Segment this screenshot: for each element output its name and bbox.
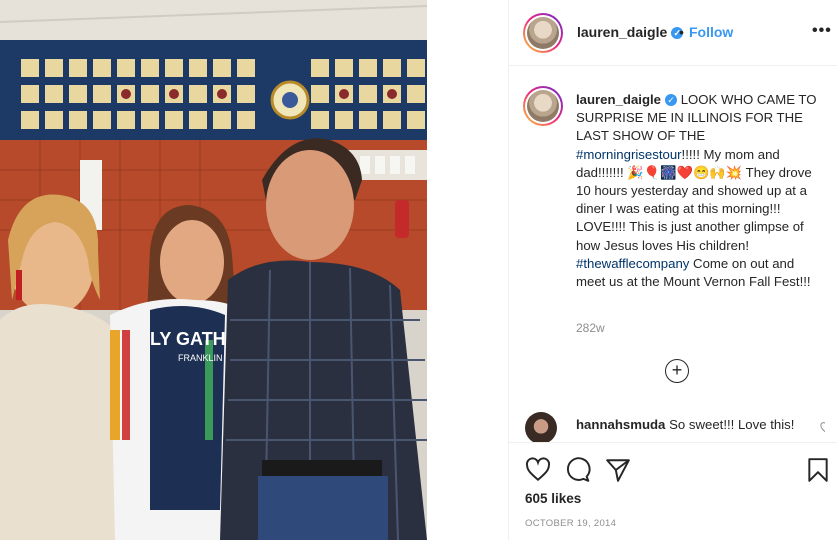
post-age[interactable]: 282w (576, 321, 605, 335)
header-separator: • (679, 24, 684, 40)
caption-avatar[interactable] (523, 86, 563, 126)
post-caption: lauren_daigle ✓ LOOK WHO CAME TO SURPRISE… (576, 91, 821, 291)
post-photo[interactable]: LY GATHER FRANKLIN (0, 0, 427, 540)
commenter-username[interactable]: hannahsmuda (576, 417, 665, 432)
likes-count[interactable]: 605 likes (525, 491, 581, 506)
post-date: OCTOBER 19, 2014 (525, 518, 617, 529)
post-actions: 605 likes OCTOBER 19, 2014 (509, 442, 837, 540)
header-username[interactable]: lauren_daigle ✓ (577, 24, 684, 40)
comment-item: hannahsmuda So sweet!!! Love this! (525, 412, 825, 442)
hashtag-thewafflecompany[interactable]: #thewafflecompany (576, 256, 689, 271)
follow-button[interactable]: Follow (689, 24, 733, 40)
heart-icon[interactable] (525, 457, 551, 483)
post-header: lauren_daigle ✓ • Follow ••• (509, 0, 837, 66)
author-avatar[interactable] (523, 13, 563, 53)
caption-verified-badge-icon: ✓ (665, 94, 678, 106)
comment-text: hannahsmuda So sweet!!! Love this! (576, 416, 796, 434)
comment-heart-icon[interactable] (820, 422, 825, 434)
post-sidebar: lauren_daigle ✓ • Follow ••• lauren_daigl… (508, 0, 837, 540)
comment-icon[interactable] (565, 457, 591, 483)
share-icon[interactable] (605, 457, 631, 483)
family-photo-image: LY GATHER FRANKLIN (0, 0, 427, 540)
caption-text-2: !!!!! My mom and dad!!!!!!! 🎉🎈🎆❤️😁🙌💥 The… (576, 146, 812, 253)
more-options-icon[interactable]: ••• (812, 22, 832, 40)
shirt-text-2: FRANKLIN (178, 353, 223, 363)
commenter-avatar[interactable] (525, 412, 557, 442)
caption-username[interactable]: lauren_daigle (576, 92, 661, 107)
plus-circle-icon[interactable]: + (665, 359, 689, 383)
hashtag-morningrisestour[interactable]: #morningrisestour (576, 147, 682, 162)
comment-body: So sweet!!! Love this! (665, 417, 795, 432)
bookmark-icon[interactable] (805, 457, 831, 483)
